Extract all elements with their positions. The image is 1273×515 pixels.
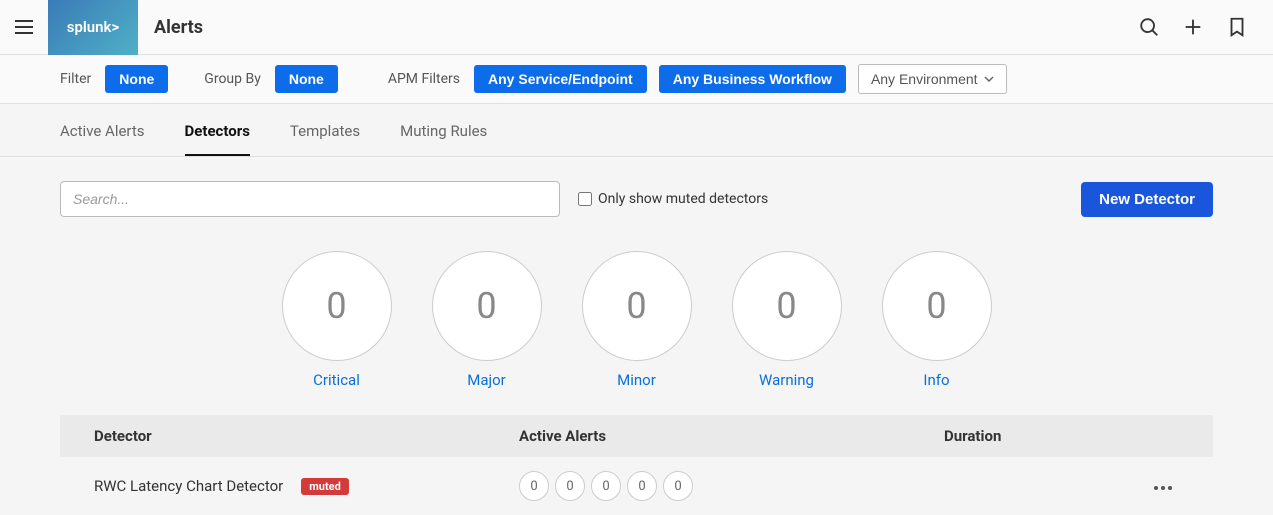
header-duration: Duration — [944, 427, 1179, 445]
menu-toggle[interactable] — [0, 0, 48, 54]
top-bar: splunk> Alerts — [0, 0, 1273, 55]
summary-warning-count[interactable]: 0 — [732, 251, 842, 361]
summary-critical: 0 Critical — [282, 251, 392, 389]
bookmark-icon — [1226, 16, 1248, 38]
alert-count-info[interactable]: 0 — [663, 471, 693, 501]
filter-value-button[interactable]: None — [105, 65, 168, 93]
detector-name-cell: RWC Latency Chart Detector muted — [94, 477, 519, 495]
summary-minor-count[interactable]: 0 — [582, 251, 692, 361]
summary-major-label[interactable]: Major — [467, 371, 505, 389]
summary-warning: 0 Warning — [732, 251, 842, 389]
filter-label: Filter — [60, 71, 91, 87]
muted-badge: muted — [301, 478, 349, 495]
search-icon — [1138, 16, 1160, 38]
environment-label: Any Environment — [871, 71, 978, 87]
active-alerts-cell: 0 0 0 0 0 — [519, 471, 944, 501]
summary-info-count[interactable]: 0 — [882, 251, 992, 361]
splunk-logo[interactable]: splunk> — [48, 0, 138, 55]
page-title: Alerts — [154, 17, 203, 38]
header-active-alerts: Active Alerts — [519, 427, 944, 445]
controls-row: Only show muted detectors New Detector — [0, 157, 1273, 227]
summary-minor: 0 Minor — [582, 251, 692, 389]
summary-critical-label[interactable]: Critical — [313, 371, 360, 389]
search-input[interactable] — [60, 181, 560, 217]
header-detector: Detector — [94, 427, 519, 445]
muted-only-label: Only show muted detectors — [598, 191, 768, 207]
groupby-value-button[interactable]: None — [275, 65, 338, 93]
chevron-down-icon — [984, 76, 994, 82]
alert-count-major[interactable]: 0 — [555, 471, 585, 501]
row-actions-menu[interactable] — [1147, 477, 1179, 495]
summary-warning-label[interactable]: Warning — [759, 371, 814, 389]
table-header: Detector Active Alerts Duration — [60, 415, 1213, 457]
summary-major: 0 Major — [432, 251, 542, 389]
tab-muting-rules[interactable]: Muting Rules — [400, 108, 487, 156]
tabs: Active Alerts Detectors Templates Muting… — [0, 104, 1273, 157]
muted-only-checkbox[interactable] — [578, 192, 592, 206]
alert-count-warning[interactable]: 0 — [627, 471, 657, 501]
apm-workflow-button[interactable]: Any Business Workflow — [659, 65, 846, 93]
detector-table: Detector Active Alerts Duration RWC Late… — [60, 415, 1213, 515]
summary-info: 0 Info — [882, 251, 992, 389]
plus-icon — [1182, 16, 1204, 38]
summary-critical-count[interactable]: 0 — [282, 251, 392, 361]
summary-major-count[interactable]: 0 — [432, 251, 542, 361]
alert-count-critical[interactable]: 0 — [519, 471, 549, 501]
apm-filters-label: APM Filters — [388, 71, 460, 87]
logo-text: splunk> — [67, 18, 120, 36]
ellipsis-icon — [1153, 485, 1173, 491]
bookmark-button[interactable] — [1217, 7, 1257, 47]
groupby-label: Group By — [204, 71, 261, 87]
tab-detectors[interactable]: Detectors — [185, 108, 250, 156]
alert-count-minor[interactable]: 0 — [591, 471, 621, 501]
add-button[interactable] — [1173, 7, 1213, 47]
summary-info-label[interactable]: Info — [923, 371, 949, 389]
summary-minor-label[interactable]: Minor — [617, 371, 656, 389]
new-detector-button[interactable]: New Detector — [1081, 182, 1213, 217]
table-row[interactable]: RWC Latency Chart Detector muted 0 0 0 0… — [60, 457, 1213, 515]
environment-dropdown[interactable]: Any Environment — [858, 64, 1007, 94]
hamburger-icon — [12, 15, 36, 39]
muted-only-wrapper[interactable]: Only show muted detectors — [578, 191, 768, 207]
tab-active-alerts[interactable]: Active Alerts — [60, 108, 145, 156]
search-button[interactable] — [1129, 7, 1169, 47]
filter-bar: Filter None Group By None APM Filters An… — [0, 55, 1273, 104]
apm-service-button[interactable]: Any Service/Endpoint — [474, 65, 647, 93]
detector-name: RWC Latency Chart Detector — [94, 477, 283, 495]
duration-cell — [944, 477, 1179, 495]
severity-summary: 0 Critical 0 Major 0 Minor 0 Warning 0 I… — [0, 227, 1273, 399]
tab-templates[interactable]: Templates — [290, 108, 360, 156]
